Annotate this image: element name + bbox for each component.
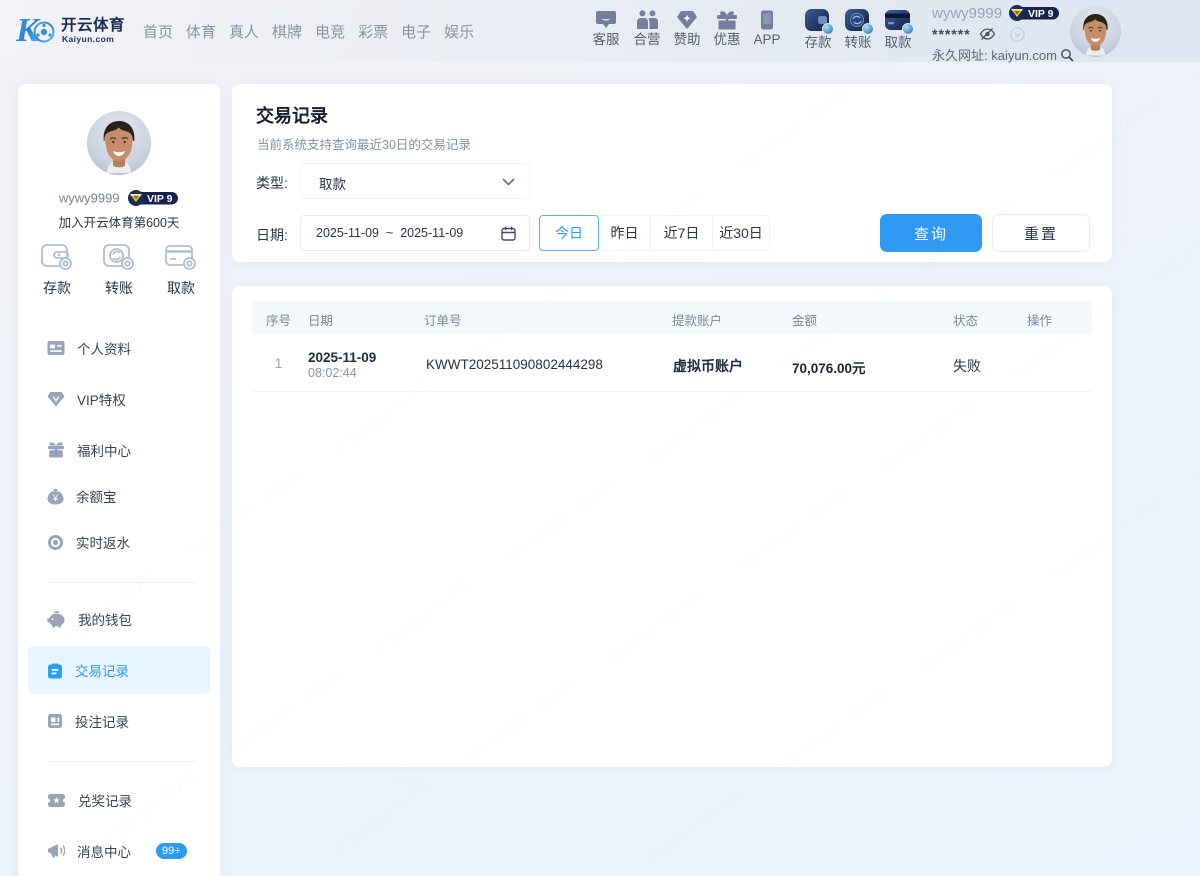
svg-text:VIP 9: VIP 9	[1028, 8, 1054, 20]
svg-text:K: K	[16, 12, 41, 49]
svg-text:¥: ¥	[52, 493, 59, 503]
svg-text:VIP 9: VIP 9	[147, 193, 173, 205]
